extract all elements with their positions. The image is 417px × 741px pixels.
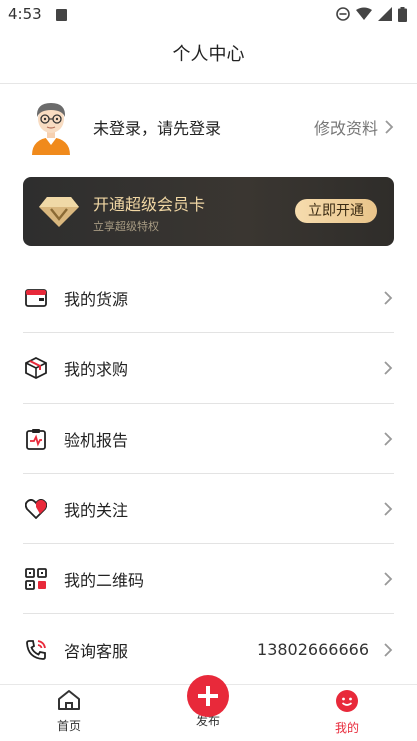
heart-icon (24, 497, 48, 521)
qrcode-icon (24, 567, 48, 591)
edit-profile-link[interactable]: 修改资料 (314, 115, 394, 139)
menu-label: 咨询客服 (64, 641, 129, 661)
bottom-tab-bar: 首页 发布 我的 (0, 675, 417, 741)
wifi-icon (356, 7, 372, 20)
battery-icon (398, 6, 407, 22)
wallet-icon (24, 286, 48, 310)
vip-card[interactable]: 开通超级会员卡 立享超级特权 立即开通 (23, 177, 394, 246)
chevron-right-icon (384, 432, 393, 446)
chevron-right-icon (384, 291, 393, 305)
menu-item-inspection-report[interactable]: 验机报告 (0, 404, 417, 474)
menu-item-my-qrcode[interactable]: 我的二维码 (0, 544, 417, 615)
login-prompt[interactable]: 未登录，请先登录 (93, 115, 314, 139)
tab-label: 首页 (56, 719, 81, 733)
header-divider (0, 83, 417, 84)
menu-item-my-purchase[interactable]: 我的求购 (0, 333, 417, 404)
avatar[interactable] (24, 99, 78, 155)
service-phone-number[interactable]: 13802666666 (257, 640, 369, 659)
smiley-icon (336, 690, 358, 712)
dnd-icon (336, 7, 350, 21)
chevron-right-icon (384, 361, 393, 376)
status-bar: 4:53 (0, 0, 417, 30)
page-title: 个人中心 (172, 44, 245, 65)
status-icons (336, 6, 407, 22)
chevron-right-icon (384, 502, 393, 516)
menu-label: 我的二维码 (64, 571, 145, 591)
menu-label: 验机报告 (64, 430, 129, 450)
vip-activate-button[interactable]: 立即开通 (295, 199, 377, 223)
tab-mine[interactable]: 我的 (307, 689, 387, 736)
tab-home[interactable]: 首页 (29, 689, 109, 734)
menu-item-my-supply[interactable]: 我的货源 (0, 263, 417, 334)
plus-icon (198, 686, 218, 706)
edit-profile-label: 修改资料 (313, 119, 378, 138)
diamond-icon (39, 197, 79, 227)
box-icon (24, 356, 48, 380)
vip-title: 开通超级会员卡 (93, 195, 206, 214)
phone-icon (24, 638, 48, 662)
menu-label: 我的货源 (64, 290, 129, 310)
menu-list: 我的货源 我的求购 验机报告 我的关注 我的二维码 咨询客服 138026666… (0, 263, 417, 685)
home-icon (58, 690, 80, 710)
chevron-right-icon (385, 120, 394, 134)
signal-icon (378, 7, 392, 21)
profile-row[interactable]: 未登录，请先登录 修改资料 (24, 98, 394, 156)
clipboard-pulse-icon (24, 427, 48, 451)
tab-label: 我的 (334, 721, 359, 735)
menu-label: 我的关注 (64, 501, 129, 521)
menu-label: 我的求购 (64, 360, 129, 380)
menu-item-my-follows[interactable]: 我的关注 (0, 474, 417, 545)
app-notification-icon (56, 9, 67, 21)
chevron-right-icon (384, 642, 393, 657)
chevron-right-icon (384, 572, 393, 586)
vip-subtitle: 立享超级特权 (93, 220, 159, 233)
status-time: 4:53 (8, 5, 42, 23)
publish-button[interactable] (187, 675, 229, 717)
